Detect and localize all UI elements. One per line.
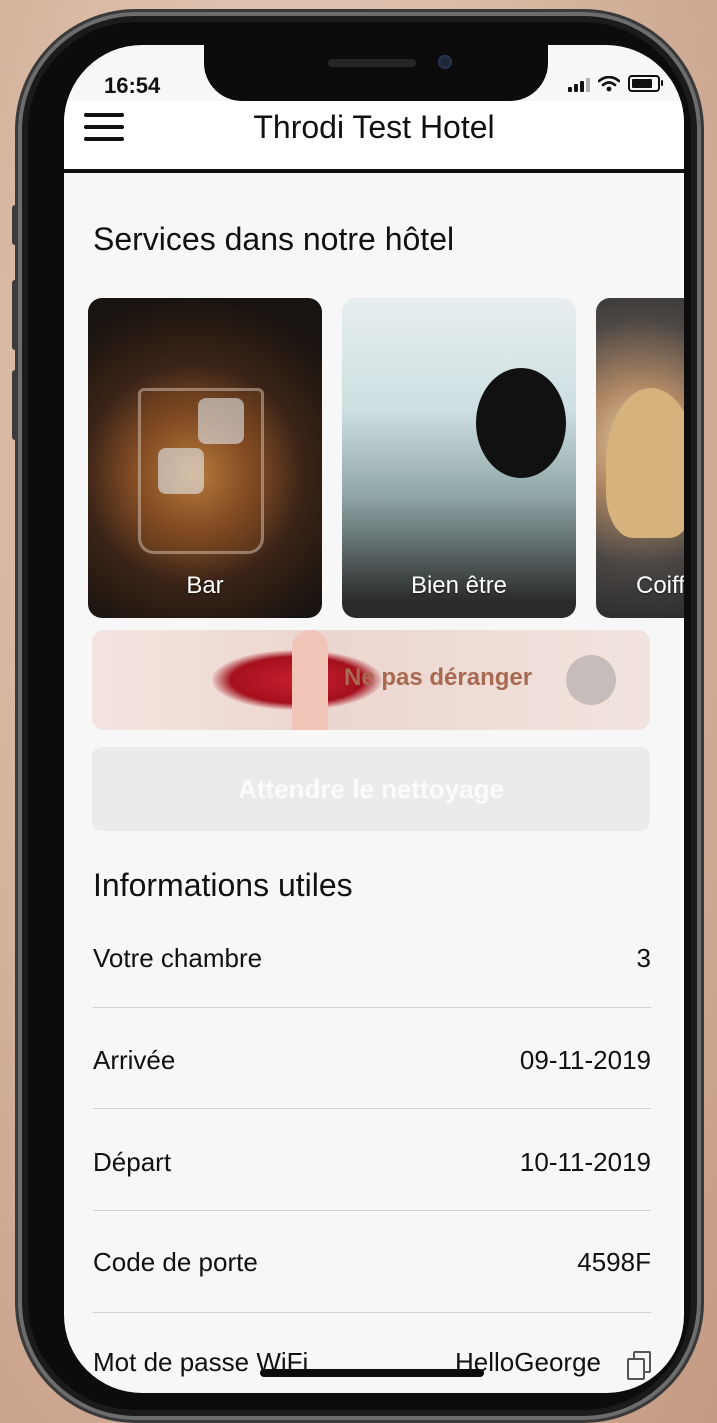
home-indicator [260,1369,484,1377]
mute-switch [12,205,18,245]
service-card-wellness[interactable]: Bien être [342,298,576,618]
info-label: Départ [93,1147,172,1177]
volume-down-button [12,370,18,440]
info-value: 10-11-2019 [519,1147,651,1177]
status-icons [568,75,663,92]
info-row-room: Votre chambre 3 [93,943,651,1043]
info-label: Code de porte [93,1247,258,1277]
battery-icon [628,75,663,92]
ice-cube [158,448,204,494]
info-value: 3 [636,943,651,973]
info-row-departure: Départ 10-11-2019 [93,1147,651,1247]
service-label: Coiff [636,572,684,599]
hair-image [606,388,684,538]
service-label: Bar [186,572,224,599]
notch [204,45,548,101]
info-value: 09-11-2019 [519,1045,651,1075]
info-row-arrival: Arrivée 09-11-2019 [93,1045,651,1145]
services-carousel[interactable]: Bar Bien être Coiff [88,298,684,618]
app-header: Throdi Test Hotel [64,101,684,173]
service-label: Bien être [410,572,508,599]
hotel-title: Throdi Test Hotel [253,109,495,145]
info-row-door-code: Code de porte 4598F [93,1247,651,1347]
ice-cube [198,398,244,444]
info-label: Votre chambre [93,943,263,973]
do-not-disturb-switch[interactable] [566,655,616,705]
wifi-icon [598,76,620,92]
divider [93,1007,651,1008]
speaker [328,59,416,67]
volume-up-button [12,280,18,350]
services-title: Services dans notre hôtel [93,221,455,257]
do-not-disturb-toggle-card[interactable]: Ne pas déranger [92,630,650,730]
info-label: Arrivée [93,1045,176,1075]
info-title: Informations utiles [93,867,353,903]
status-time: 16:54 [104,73,161,98]
do-not-disturb-label: Ne pas déranger [344,664,533,691]
divider [93,1108,651,1109]
divider [93,1210,651,1211]
service-card-bar[interactable]: Bar [88,298,322,618]
info-value: 4598F [577,1247,651,1277]
service-card-hairdresser[interactable]: Coiff [596,298,684,618]
front-camera [438,55,452,69]
signal-icon [568,78,590,92]
finger-image [292,630,328,730]
copy-icon[interactable] [625,1351,651,1380]
wait-cleaning-button[interactable]: Attendre le nettoyage [92,747,650,831]
person-head-image [476,368,566,478]
app-screen: 16:54 Throdi Test Hotel Services dans no… [64,45,684,1393]
divider [93,1312,651,1313]
